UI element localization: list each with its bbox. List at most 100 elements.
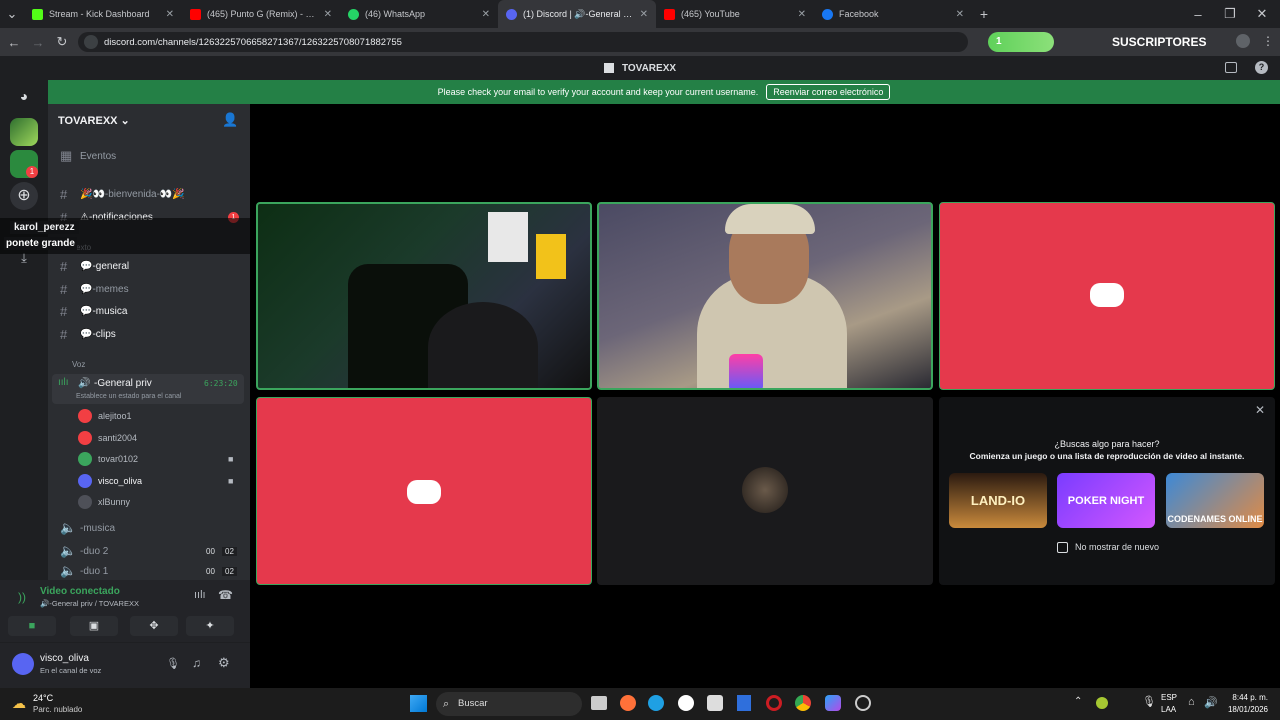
browser-tab[interactable]: Facebook ✕ <box>814 0 972 28</box>
inbox-icon[interactable] <box>1225 62 1237 73</box>
speaker-icon: 🔈 <box>60 564 77 578</box>
copilot-icon[interactable] <box>825 695 841 711</box>
store-icon[interactable] <box>707 695 723 711</box>
close-tab-icon[interactable]: ✕ <box>482 9 490 20</box>
game-card-landio[interactable]: LAND-IO <box>949 473 1047 528</box>
tray-app-icon[interactable] <box>1096 697 1108 709</box>
close-tab-icon[interactable]: ✕ <box>798 9 806 20</box>
voice-timer: 6:23:20 <box>204 379 238 388</box>
opera-icon[interactable] <box>766 695 782 711</box>
camera-icon: ■ <box>228 454 234 464</box>
user-avatar[interactable] <box>12 653 34 675</box>
invite-people-icon[interactable]: 👤 <box>222 112 238 128</box>
game-card-poker[interactable]: POKER NIGHT <box>1057 473 1155 528</box>
chrome-icon[interactable] <box>795 695 811 711</box>
add-server-icon[interactable]: ⊕ <box>10 182 38 210</box>
browser-tab-active[interactable]: (1) Discord | 🔊-General priv ✕ <box>498 0 656 28</box>
site-info-icon[interactable] <box>84 35 98 49</box>
voice-user[interactable]: santi2004 <box>78 428 137 448</box>
discord-home-icon[interactable]: ◕ <box>10 82 38 110</box>
discord-logo-icon <box>1090 283 1124 307</box>
menu-icon[interactable]: ⋮ <box>1262 34 1274 48</box>
category-voz[interactable]: Voz <box>48 354 250 374</box>
verify-email-banner: Please check your email to verify your a… <box>48 80 1280 104</box>
video-tile-xlbunny[interactable] <box>597 397 933 585</box>
close-tab-icon[interactable]: ✕ <box>166 9 174 20</box>
channel-clips[interactable]: # 💬-clips <box>48 324 250 344</box>
headphones-icon[interactable]: ♫ <box>192 656 201 670</box>
help-icon[interactable]: ? <box>1255 61 1268 74</box>
back-icon[interactable]: ← <box>2 35 26 50</box>
new-tab-button[interactable]: + <box>972 6 996 22</box>
voice-user[interactable]: alejitoo1 <box>78 406 132 426</box>
browser-tab[interactable]: (465) Punto G (Remix) - Brytiago ✕ <box>182 0 340 28</box>
microphone-icon[interactable]: 🎙 <box>166 657 180 670</box>
game-card-codenames[interactable]: CODENAMES ONLINE <box>1166 473 1264 528</box>
weather-icon[interactable]: ☁ <box>12 695 26 712</box>
video-tile-avatar[interactable] <box>256 397 592 585</box>
channel-bienvenida[interactable]: # 🎉👀-bienvenida-👀🎉 <box>48 184 250 204</box>
windows-start-icon[interactable] <box>410 695 427 712</box>
url-bar[interactable]: discord.com/channels/1263225706658271367… <box>78 32 968 52</box>
task-view-icon[interactable] <box>591 696 607 710</box>
edge-icon[interactable] <box>648 695 664 711</box>
volume-icon[interactable]: 🔊 <box>1204 696 1218 709</box>
activities-button[interactable]: ✥ <box>130 616 178 636</box>
browser-tab[interactable]: (46) WhatsApp ✕ <box>340 0 498 28</box>
obs-icon[interactable] <box>678 695 694 711</box>
screenshare-button[interactable]: ▣ <box>70 616 118 636</box>
chevron-up-icon[interactable]: ⌃ <box>1074 696 1082 707</box>
soundboard-button[interactable]: ✦ <box>186 616 234 636</box>
disconnect-icon[interactable]: ☎ <box>218 588 233 602</box>
reload-icon[interactable]: ↻ <box>50 34 74 50</box>
profile-avatar[interactable] <box>1236 34 1250 48</box>
server-icon[interactable] <box>10 118 38 146</box>
voice-user[interactable]: tovar0102 <box>78 449 138 469</box>
voice-channel-general-priv[interactable]: ıılı 🔊 -General priv 6:23:20 Establece u… <box>52 374 244 404</box>
firefox-icon[interactable] <box>620 695 636 711</box>
clock-time[interactable]: 8:44 p. m. <box>1228 693 1268 702</box>
defender-icon[interactable] <box>737 695 751 711</box>
close-tab-icon[interactable]: ✕ <box>640 9 648 20</box>
voice-channel-duo2[interactable]: 🔈 -duo 2 00 02 <box>48 541 250 561</box>
video-tile-streamer[interactable] <box>597 202 933 390</box>
close-window-button[interactable]: ✕ <box>1250 6 1274 22</box>
tab-list-icon[interactable]: ⌄ <box>0 6 24 22</box>
settings-icon[interactable] <box>855 695 871 711</box>
youtube-icon <box>190 8 201 20</box>
language-indicator[interactable]: ESP <box>1161 693 1177 702</box>
mic-tray-icon[interactable]: 🎙 <box>1142 695 1156 708</box>
voice-channel-duo1[interactable]: 🔈 -duo 1 00 02 <box>48 564 250 578</box>
settings-gear-icon[interactable]: ⚙ <box>218 655 230 671</box>
network-icon[interactable]: ⌂ <box>1188 696 1195 708</box>
channel-musica[interactable]: # 💬-musica <box>48 301 250 321</box>
minimize-button[interactable]: – <box>1186 7 1210 22</box>
channel-general[interactable]: # 💬-general <box>48 256 250 276</box>
noise-suppression-icon[interactable]: ıılı <box>194 589 206 601</box>
video-tile-tovar[interactable] <box>256 202 592 390</box>
close-icon[interactable]: ✕ <box>1255 403 1265 417</box>
dont-show-checkbox[interactable] <box>1057 542 1068 553</box>
resend-email-button[interactable]: Reenviar correo electrónico <box>766 84 891 100</box>
search-box[interactable]: ⌕ Buscar <box>436 692 582 716</box>
voice-channel-path[interactable]: 🔊-General priv / TOVAREXX <box>40 599 139 608</box>
voice-channel-musica[interactable]: 🔈 -musica <box>48 518 250 538</box>
overlay-count: 1 <box>996 36 1002 47</box>
weather-desc: Parc. nublado <box>33 705 83 714</box>
voice-user[interactable]: xlBunny <box>78 492 130 512</box>
activity-title: ¿Buscas algo para hacer? <box>1054 439 1160 449</box>
channel-memes[interactable]: # 💬-memes <box>48 279 250 299</box>
close-tab-icon[interactable]: ✕ <box>324 9 332 20</box>
browser-tab[interactable]: (465) YouTube ✕ <box>656 0 814 28</box>
close-tab-icon[interactable]: ✕ <box>956 9 964 20</box>
maximize-button[interactable]: ❐ <box>1218 6 1242 22</box>
camera-button[interactable]: ■ <box>8 616 56 636</box>
voice-user[interactable]: visco_oliva <box>78 471 142 491</box>
browser-tab[interactable]: Stream - Kick Dashboard ✕ <box>24 0 182 28</box>
server-name[interactable]: TOVAREXX ⌄ <box>58 114 130 127</box>
forward-icon[interactable]: → <box>26 35 50 50</box>
signal-icon[interactable]: )) <box>18 590 26 604</box>
video-tile-avatar[interactable] <box>939 202 1275 390</box>
clock-date[interactable]: 18/01/2026 <box>1224 705 1268 714</box>
events-item[interactable]: ▦ Eventos <box>48 146 250 166</box>
